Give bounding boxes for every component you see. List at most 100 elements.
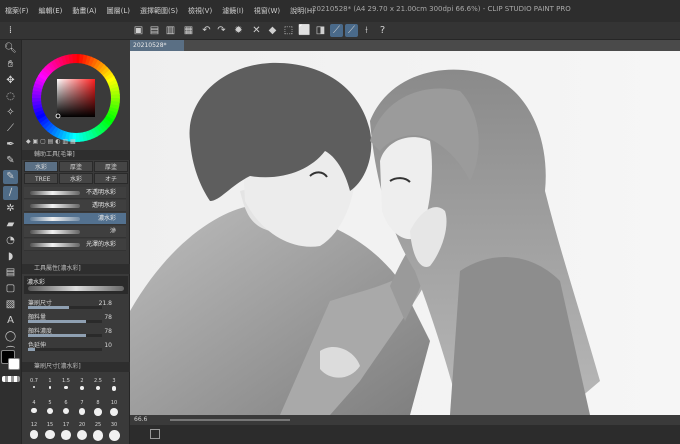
color-wheel[interactable] xyxy=(22,40,130,150)
brush-size-label: 8 xyxy=(96,400,100,406)
menu-view[interactable]: 檢視(V) xyxy=(183,6,217,16)
command-bar: ⁞ ▣ ▤ ▥ ▦ ↶ ↷ ✹ ✕ ◆ ⬚ ⬜ ◨ ⟋ ⟋ ⟊ ? xyxy=(0,22,680,40)
snap-grid-icon[interactable]: ⟊ xyxy=(360,24,373,37)
eyedropper-icon[interactable]: ⟋ xyxy=(3,122,18,136)
brush-size-cell[interactable]: 25 xyxy=(92,422,104,442)
brush-size-cell[interactable]: 20 xyxy=(76,422,88,442)
brush-size-cell[interactable]: 7 xyxy=(76,400,88,420)
illustration[interactable] xyxy=(130,51,680,415)
move-icon[interactable]: ✥ xyxy=(3,74,18,88)
brush-size-cell[interactable]: 1 xyxy=(44,378,56,398)
redo-icon[interactable]: ↷ xyxy=(215,24,228,37)
menu-layer[interactable]: 圖層(L) xyxy=(102,6,135,16)
tool-palette: 🔍︎ ✋︎ ✥ ◌ ✧ ⟋ ✒ ✎ ✎ ∕ ✲ ▰ ◔ ◗ ▤ ▢ ▧ A ◯ … xyxy=(0,40,22,444)
grid-icon[interactable]: ⁞ xyxy=(4,24,17,37)
brush-size-label: 1 xyxy=(48,378,52,384)
figure-icon[interactable]: ▢ xyxy=(3,282,18,296)
fill-bucket-icon[interactable]: ◗ xyxy=(3,250,18,264)
brush-size-label: 6 xyxy=(64,400,68,406)
subtool-panel-header: 輔助工具[毛筆] xyxy=(22,150,130,160)
brush-size-dot xyxy=(48,386,52,389)
open-file-icon[interactable]: ▤ xyxy=(148,24,161,37)
brush-size-cell[interactable]: 3 xyxy=(108,378,120,398)
brush-size-label: 3 xyxy=(112,378,116,384)
hsv-readout-icon[interactable]: ◆ ▣ ▢ ▤ ◐ ▥ ▦ xyxy=(26,138,126,146)
deselect-icon[interactable]: ⬜ xyxy=(298,24,311,37)
fill-icon[interactable]: ◆ xyxy=(266,24,279,37)
brush-size-dot xyxy=(108,430,120,441)
menu-filter[interactable]: 濾鏡(I) xyxy=(217,6,249,16)
brush-size-dot xyxy=(64,386,68,390)
brush-size-cell[interactable]: 1.5 xyxy=(60,378,72,398)
brush-size-label: 2 xyxy=(80,378,84,384)
magic-wand-icon[interactable]: ✧ xyxy=(3,106,18,120)
brush-item[interactable]: 透明水彩 xyxy=(24,200,126,212)
clear-icon[interactable]: ✕ xyxy=(250,24,263,37)
text-icon[interactable]: A xyxy=(3,314,18,328)
brush-size-cell[interactable]: 5 xyxy=(44,400,56,420)
airbrush-icon[interactable]: ∕ xyxy=(3,186,18,200)
subtool-tab-tree[interactable]: TREE xyxy=(24,173,58,184)
brush-size-cell[interactable]: 6 xyxy=(60,400,72,420)
brush-size-cell[interactable]: 15 xyxy=(44,422,56,442)
new-canvas-icon[interactable]: ▣ xyxy=(132,24,145,37)
subtool-tab-watercolor[interactable]: 水彩 xyxy=(24,161,58,172)
balloon-icon[interactable]: ◯ xyxy=(3,330,18,344)
decoration-icon[interactable]: ✲ xyxy=(3,202,18,216)
brush-size-cell[interactable]: 10 xyxy=(108,400,120,420)
transform-icon[interactable]: ⬚ xyxy=(282,24,295,37)
snap-ruler-icon[interactable]: ⟋ xyxy=(330,24,343,37)
zoom-value[interactable]: 66.6 xyxy=(134,415,147,425)
subtool-tab-oil[interactable]: オチ xyxy=(94,173,128,184)
menu-animation[interactable]: 動畫(A) xyxy=(67,6,101,16)
menu-file[interactable]: 檔案(F) xyxy=(0,6,34,16)
property-color-stretch[interactable]: 色延伸 10 xyxy=(28,340,126,356)
property-value: 21.8 xyxy=(98,300,112,307)
lasso-icon[interactable]: ◌ xyxy=(3,90,18,104)
brush-size-cell[interactable]: 17 xyxy=(60,422,72,442)
subtool-tab-watercolor-2[interactable]: 水彩 xyxy=(59,173,93,184)
brush-item[interactable]: 滲 xyxy=(24,226,126,238)
transparent-color-icon[interactable] xyxy=(2,376,20,382)
subtool-tab-thick-paint[interactable]: 厚塗 xyxy=(59,161,93,172)
menu-window[interactable]: 視窗(W) xyxy=(249,6,285,16)
brush-size-cell[interactable]: 8 xyxy=(92,400,104,420)
subtool-tab-thick-paint-2[interactable]: 厚塗 xyxy=(94,161,128,172)
brush-size-dot xyxy=(31,408,37,414)
save-icon[interactable]: ▥ xyxy=(164,24,177,37)
brush-item[interactable]: 不透明水彩 xyxy=(24,187,126,199)
sub-color-swatch[interactable] xyxy=(8,358,20,370)
document-tab[interactable]: 20210528* xyxy=(130,40,184,51)
brush-size-label: 30 xyxy=(110,422,118,428)
brush-item-selected[interactable]: 濃水彩 xyxy=(24,213,126,225)
snap-special-ruler-icon[interactable]: ⟋ xyxy=(345,24,358,37)
brush-size-cell[interactable]: 30 xyxy=(108,422,120,442)
brush-size-cell[interactable]: 12 xyxy=(28,422,40,442)
brush-size-cell[interactable]: 0.7 xyxy=(28,378,40,398)
brush-size-cell[interactable]: 2.5 xyxy=(92,378,104,398)
menu-select[interactable]: 選擇範圍(S) xyxy=(135,6,183,16)
brush-item[interactable]: 光澤的水彩 xyxy=(24,239,126,251)
brightness-icon[interactable]: ✹ xyxy=(232,24,245,37)
color-wheel-panel: ◆ ▣ ▢ ▤ ◐ ▥ ▦ xyxy=(22,40,130,150)
hand-icon[interactable]: ✋︎ xyxy=(3,58,18,72)
undo-icon[interactable]: ↶ xyxy=(200,24,213,37)
bottom-bar xyxy=(130,425,680,444)
brush-icon[interactable]: ✎ xyxy=(3,170,18,184)
zoom-icon[interactable]: 🔍︎ xyxy=(3,42,18,56)
blend-icon[interactable]: ◔ xyxy=(3,234,18,248)
clip-studio-icon[interactable]: ? xyxy=(376,24,389,37)
invert-selection-icon[interactable]: ◨ xyxy=(314,24,327,37)
frame-icon[interactable]: ▧ xyxy=(3,298,18,312)
zoom-slider-icon[interactable] xyxy=(170,419,290,421)
brush-size-cell[interactable]: 2 xyxy=(76,378,88,398)
history-icon[interactable]: ▦ xyxy=(182,24,195,37)
brush-preview: 濃水彩 xyxy=(24,276,128,294)
brush-size-cell[interactable]: 4 xyxy=(28,400,40,420)
pen-icon[interactable]: ✒ xyxy=(3,138,18,152)
eraser-icon[interactable]: ▰ xyxy=(3,218,18,232)
layer-thumbnail-icon[interactable] xyxy=(150,429,160,439)
menu-edit[interactable]: 編輯(E) xyxy=(34,6,68,16)
pencil-icon[interactable]: ✎ xyxy=(3,154,18,168)
gradient-icon[interactable]: ▤ xyxy=(3,266,18,280)
